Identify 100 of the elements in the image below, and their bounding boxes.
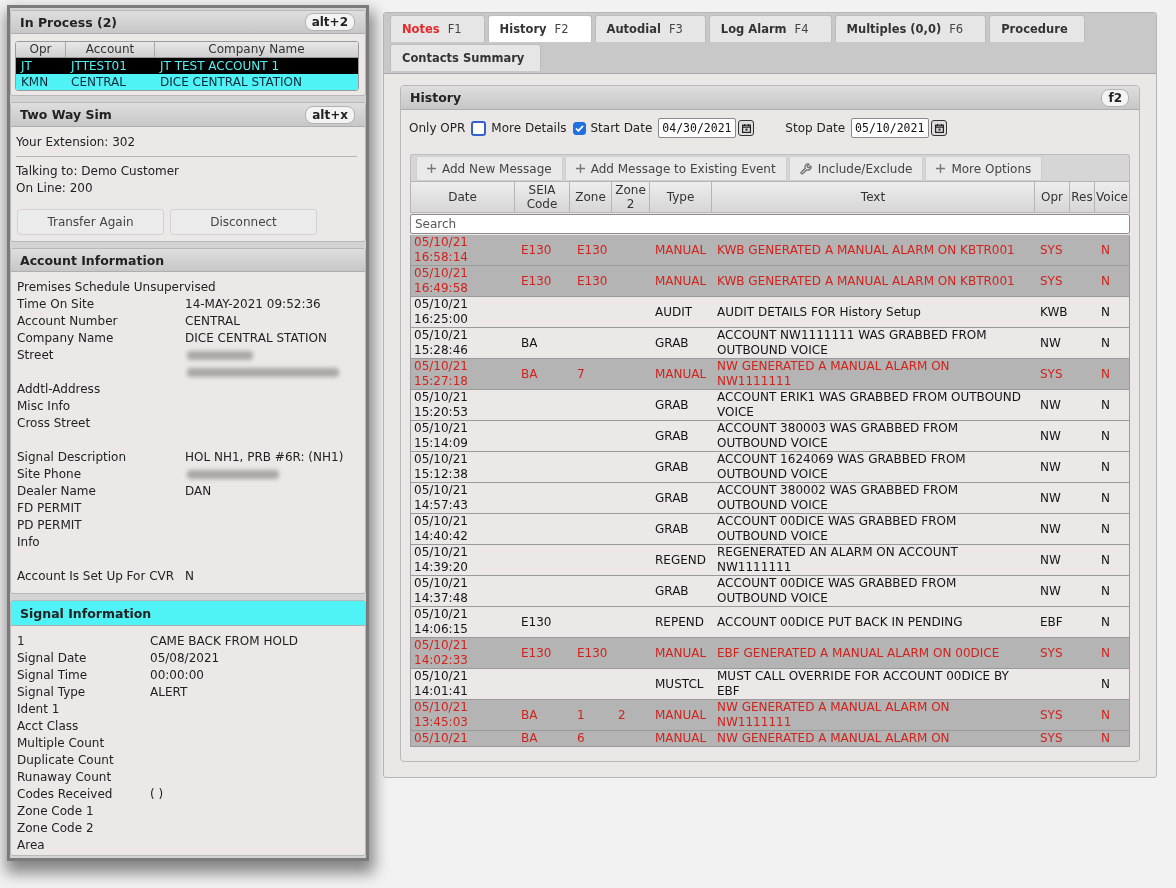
table-cell-text: 05/10/21 16:58:14 [413,235,469,265]
field-label: Dealer Name [17,483,97,500]
tab[interactable]: Notes F1 [390,15,485,42]
table-cell-text: ACCOUNT 1624069 WAS GRABBED FROM OUTBOUND VOICE [716,452,967,482]
table-cell-text: N [1100,676,1111,692]
table-cell-text: 05/10/21 14:06:15 [413,607,469,637]
field-label: Runaway Count [17,769,113,786]
column-header[interactable]: Text [712,182,1035,212]
table-row[interactable]: 05/10/21 15:12:38 GRAB ACCOUNT 1624069 WAS GRABBED FROM OUTBOUND VOICE NW N [410,452,1130,483]
tab[interactable]: Procedure [989,15,1085,42]
table-cell-text: BA [520,335,539,351]
table-row[interactable]: 05/10/21 14:57:43 GRAB ACCOUNT 380002 WAS GRABBED FROM OUTBOUND VOICE NW N [410,483,1130,514]
date-label: Start Date [590,121,653,135]
table-row[interactable]: 05/10/21 14:01:41 MUSTCL MUST CALL OVERRIDE FOR ACCOUNT 00DICE BY EBF N [410,669,1130,700]
checkbox[interactable] [471,120,487,136]
table-cell-text: ACCOUNT 00DICE WAS GRABBED FROM OUTBOUND VOICE [716,576,958,606]
table-cell-text: KWB GENERATED A MANUAL ALARM ON KBTR001 [716,242,1016,258]
calendar-button[interactable] [738,120,755,136]
table-row[interactable]: 05/10/21 15:28:46 BA GRAB ACCOUNT NW1111111 WAS GRABBED FROM OUTBOUND VOICE NW N [410,328,1130,359]
column-header[interactable]: Opr [1035,182,1070,212]
table-cell-text: ACCOUNT 00DICE WAS GRABBED FROM OUTBOUND VOICE [716,514,958,544]
table-cell-text: GRAB [654,583,690,599]
search-field[interactable]: Search [410,214,1130,234]
table-row[interactable]: 05/10/21 14:37:48 GRAB ACCOUNT 00DICE WAS GRABBED FROM OUTBOUND VOICE NW N [410,576,1130,607]
plus-icon [427,164,436,173]
field-label: Misc Info [17,398,72,415]
table-cell-text: GRAB [654,335,690,351]
table-cell-text: 05/10/21 13:45:03 [413,700,469,730]
table-cell-text: 05/10/21 14:57:43 [413,483,469,513]
table-row[interactable]: 05/10/21 14:39:20 REGEND REGENERATED AN ALARM ON ACCOUNT NW1111111 NW N [410,545,1130,576]
column-header[interactable]: Type [650,182,712,212]
table-cell-text: 05/10/21 16:49:58 [413,266,469,296]
table-row[interactable]: KMN CENTRAL DICE CENTRAL STATION [16,74,358,90]
table-row[interactable]: JT JTTEST01 JT TEST ACCOUNT 1 [16,58,358,74]
table-cell-text: NW [1039,552,1062,568]
table-row[interactable]: 05/10/21 15:20:53 GRAB ACCOUNT ERIK1 WAS GRABBED FROM OUTBOUND VOICE NW N [410,390,1130,421]
table-cell-text: GRAB [654,428,690,444]
table-cell-text: NW GENERATED A MANUAL ALARM ON NW1111111 [716,359,951,389]
field-value: ( ) [150,786,165,803]
table-cell-text: N [1100,583,1111,599]
table-cell-text: N [1100,397,1111,413]
table-cell-text: 05/10/21 15:12:38 [413,452,469,482]
field-value: ALERT [150,684,189,701]
table-cell-text: 05/10/21 14:37:48 [413,576,469,606]
table-cell-text: N [1100,731,1111,746]
table-cell-text: N [1100,490,1111,506]
tab[interactable]: History F2 [487,15,592,42]
table-cell-text: 1 [576,707,586,723]
toolbar-button[interactable]: More Options [925,156,1043,181]
action-button[interactable]: Disconnect [170,209,317,235]
column-header[interactable]: Res [1070,182,1095,212]
toolbar-button[interactable]: Include/Exclude [788,156,924,181]
tab[interactable]: Autodial F3 [594,15,706,42]
table-cell-text: NW GENERATED A MANUAL ALARM ON [716,731,951,746]
table-cell-text: 05/10/21 15:28:46 [413,328,469,358]
calendar-button[interactable] [931,120,948,136]
table-row[interactable]: 05/10/21 15:14:09 GRAB ACCOUNT 380003 WAS GRABBED FROM OUTBOUND VOICE NW N [410,421,1130,452]
toolbar-button[interactable]: Add New Message [416,156,563,181]
tab[interactable]: Multiples (0,0) F6 [834,15,987,42]
table-cell-text: ACCOUNT 00DICE PUT BACK IN PENDING [716,614,964,630]
checkmark-icon [574,124,584,132]
field-label: Addtl-Address [17,381,102,398]
table-row[interactable]: 05/10/21 14:06:15 E130 REPEND ACCOUNT 00DICE PUT BACK IN PENDING EBF N [410,607,1130,638]
field-label: Site Phone [17,466,83,483]
section-title: History [410,90,462,105]
table-cell-text: 05/10/21 14:40:42 [413,514,469,544]
table-cell-text: NW [1039,583,1062,599]
table-cell-text: GRAB [654,521,690,537]
column-header[interactable]: Voice [1095,182,1129,212]
table-row[interactable]: 05/10/21 14:40:42 GRAB ACCOUNT 00DICE WAS GRABBED FROM OUTBOUND VOICE NW N [410,514,1130,545]
tab[interactable]: Contacts Summary [390,44,542,71]
column-header[interactable]: Zone [570,182,612,212]
date-input[interactable]: 04/30/2021 [658,118,737,138]
table-cell-text: NW [1039,459,1062,475]
table-cell-text: 05/10/21 15:14:09 [413,421,469,451]
table-cell-text: REGENERATED AN ALARM ON ACCOUNT NW1111111 [716,545,959,575]
field-value: 05/08/2021 [150,650,221,667]
table-cell-text: ACCOUNT 380003 WAS GRABBED FROM OUTBOUND VOICE [716,421,960,451]
plus-icon [936,164,946,173]
date-input[interactable]: 05/10/2021 [851,118,930,138]
table-cell-text: E130 [576,645,609,661]
section-title: Signal Information [20,605,152,621]
table-cell-text: ACCOUNT 380002 WAS GRABBED FROM OUTBOUND VOICE [716,483,960,513]
action-button[interactable]: Transfer Again [17,209,164,235]
shortcut-key: alt+x [305,105,355,124]
table-cell-text: 2 [617,707,627,723]
table-cell-text: NW [1039,397,1062,413]
section-title: Account Information [20,252,165,268]
column-header[interactable]: Date [411,182,515,212]
toolbar-button[interactable]: Add Message to Existing Event [564,156,787,181]
info-note: Premises Schedule Unsupervised [17,279,217,296]
field-value: N [185,568,195,585]
table-cell-text: 05/10/21 16:25:00 [413,297,469,327]
checkbox[interactable] [572,121,586,135]
table-cell-text: SYS [1039,242,1064,258]
field-value: CENTRAL [185,313,241,330]
column-header[interactable]: Zone 2 [612,182,650,212]
tab[interactable]: Log Alarm F4 [708,15,832,42]
column-header[interactable]: SEIA Code [515,182,570,212]
table-row[interactable]: 05/10/21 16:25:00 AUDIT AUDIT DETAILS FOR History Setup KWB N [410,297,1130,328]
